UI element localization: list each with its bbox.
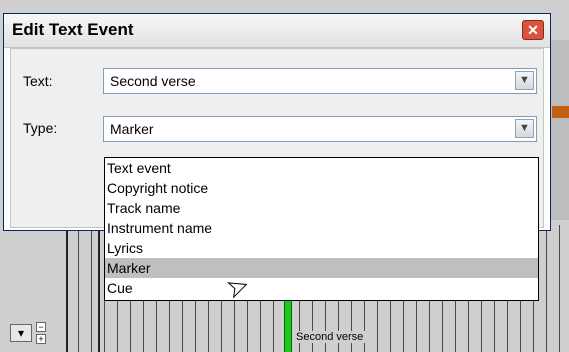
dropdown-item-copyright-notice[interactable]: Copyright notice xyxy=(105,178,538,198)
dropdown-item-text-event[interactable]: Text event xyxy=(105,158,538,178)
close-button[interactable]: ✕ xyxy=(522,20,544,40)
type-value: Marker xyxy=(110,121,154,137)
dropdown-item-instrument-name[interactable]: Instrument name xyxy=(105,218,538,238)
type-dropdown-list[interactable]: Text event Copyright notice Track name I… xyxy=(104,157,539,301)
type-combobox[interactable]: Marker ▼ xyxy=(103,116,537,142)
background-right-panel xyxy=(548,40,569,220)
text-label: Text: xyxy=(23,73,53,89)
dropdown-item-marker[interactable]: Marker xyxy=(105,258,538,278)
background-item xyxy=(552,106,569,118)
collapse-button[interactable]: ▾ xyxy=(10,324,32,342)
text-event-label: Second verse xyxy=(294,331,366,343)
close-icon: ✕ xyxy=(527,22,539,38)
type-label: Type: xyxy=(23,120,58,136)
grid-divider xyxy=(98,225,100,352)
chevron-down-icon: ▾ xyxy=(17,326,25,340)
text-event-marker[interactable] xyxy=(284,300,292,352)
dropdown-item-lyrics[interactable]: Lyrics xyxy=(105,238,538,258)
dialog-title: Edit Text Event xyxy=(12,20,134,39)
title-bar[interactable]: Edit Text Event ✕ xyxy=(4,14,550,48)
grid-divider xyxy=(66,225,68,352)
chevron-down-icon[interactable]: ▼ xyxy=(515,119,534,138)
plus-button[interactable]: + xyxy=(36,334,46,344)
zoom-controls: − + xyxy=(36,322,46,344)
minus-button[interactable]: − xyxy=(36,322,46,332)
dropdown-item-cue[interactable]: Cue xyxy=(105,278,538,298)
text-combobox[interactable]: Second verse ▼ xyxy=(103,68,537,94)
text-value: Second verse xyxy=(110,73,196,89)
chevron-down-icon[interactable]: ▼ xyxy=(515,71,534,90)
dropdown-item-track-name[interactable]: Track name xyxy=(105,198,538,218)
